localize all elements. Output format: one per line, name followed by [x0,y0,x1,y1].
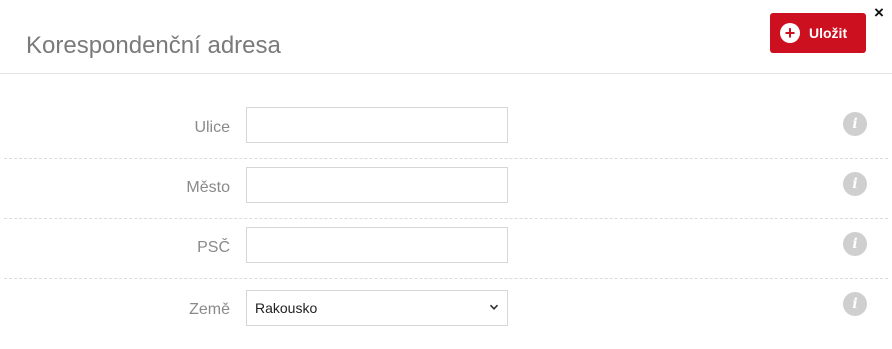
close-icon[interactable]: × [871,4,887,22]
info-icon[interactable]: i [843,232,867,256]
dialog-header: Korespondenční adresa + Uložit [0,0,892,74]
info-icon[interactable]: i [843,172,867,196]
form-row-street: Ulice i [4,98,888,159]
info-icon[interactable]: i [843,112,867,136]
dialog-title: Korespondenční adresa [26,32,281,59]
city-label: Město [186,179,230,196]
postal-code-label: PSČ [197,239,230,256]
city-input[interactable] [246,167,508,203]
street-label: Ulice [194,119,230,136]
postal-code-input[interactable] [246,227,508,263]
info-icon[interactable]: i [843,292,867,316]
country-select-value: Rakousko [255,300,318,316]
form-row-postal-code: PSČ i [4,218,888,279]
form-row-country: Země Rakousko i [4,280,888,340]
save-button[interactable]: + Uložit [770,13,866,53]
street-input[interactable] [246,107,508,143]
form-row-city: Město i [4,158,888,219]
chevron-down-icon [489,304,499,310]
plus-circle-icon: + [780,23,800,43]
address-dialog: Korespondenční adresa + Uložit × Ulice i… [0,0,892,349]
save-button-label: Uložit [809,25,848,41]
country-select[interactable]: Rakousko [246,290,508,326]
country-label: Země [189,301,230,318]
